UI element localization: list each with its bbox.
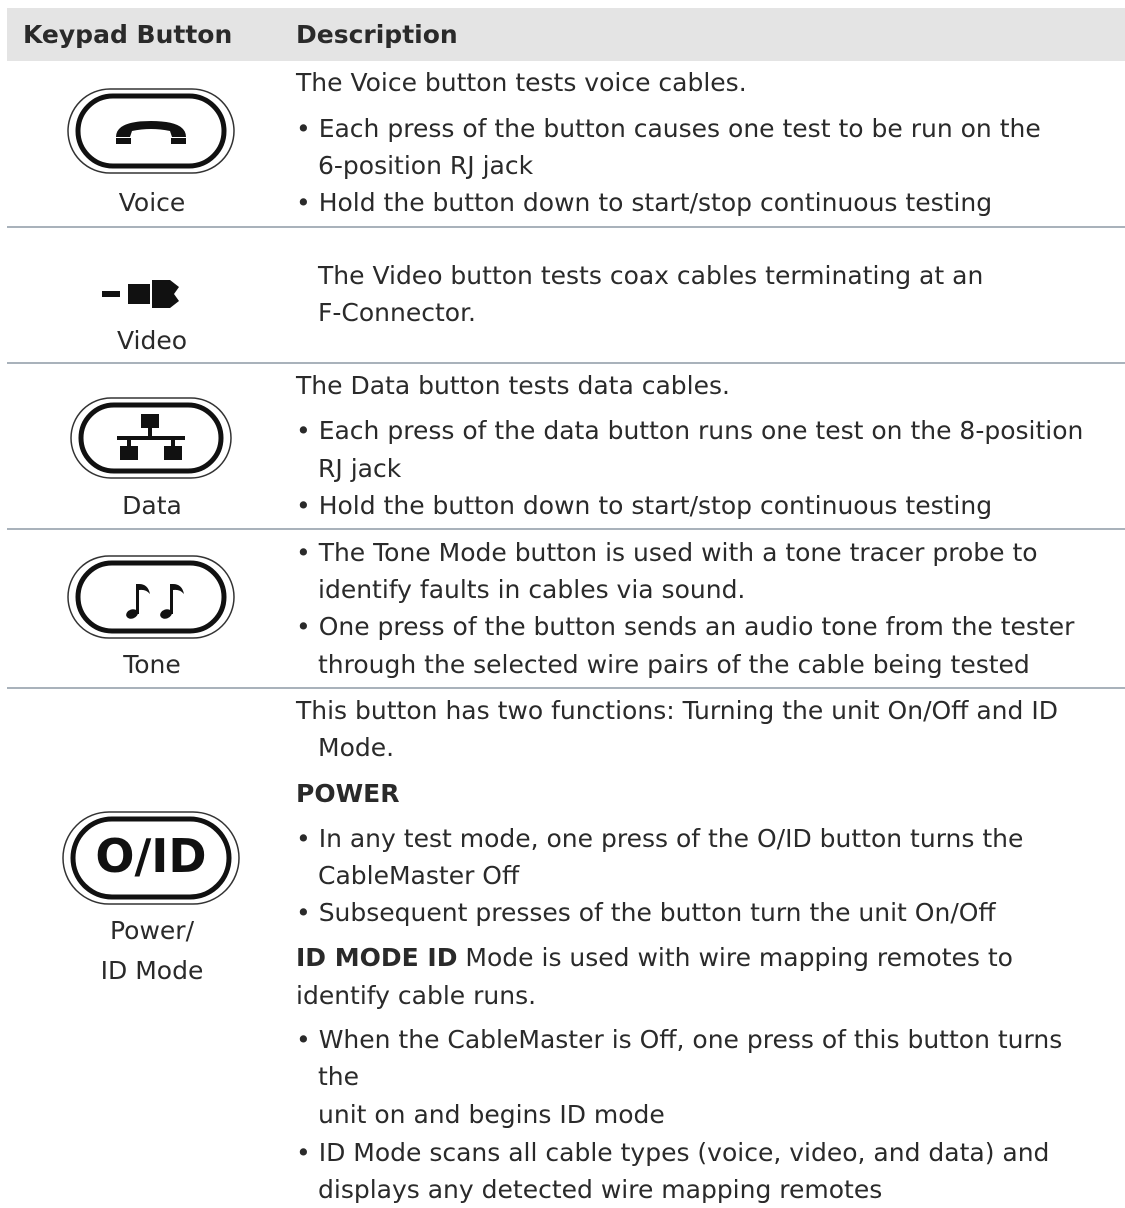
keypad-table: Keypad Button Description Voice The Voic… (7, 8, 1125, 1204)
data-line-1: The Data button tests data cables. (296, 371, 730, 400)
data-line-2: • Each press of the data button runs one… (296, 416, 1084, 445)
tone-button-graphic (67, 555, 235, 639)
row-divider (7, 528, 1125, 530)
id-mode-line-6: • ID Mode scans all cable types (voice, … (296, 1138, 1050, 1167)
oid-button-text: O/ID (95, 829, 207, 883)
id-mode-line-rest: Mode is used with wire mapping remotes t… (457, 943, 1013, 972)
id-mode-heading: ID MODE ID (296, 943, 458, 972)
power-line-4: CableMaster Off (318, 861, 520, 890)
power-heading: POWER (296, 779, 400, 808)
id-mode-label: ID Mode (100, 956, 204, 985)
voice-label: Voice (118, 188, 186, 217)
row-divider (7, 362, 1125, 364)
id-mode-line-4: the (318, 1062, 360, 1091)
data-label: Data (122, 491, 182, 520)
tone-line-2: identify faults in cables via sound. (318, 575, 746, 604)
id-mode-line-5: unit on and begins ID mode (318, 1100, 665, 1129)
tone-line-4: through the selected wire pairs of the c… (318, 650, 1030, 679)
tone-line-3: • One press of the button sends an audio… (296, 612, 1075, 641)
voice-button-graphic (67, 88, 235, 174)
voice-line-1: The Voice button tests voice cables. (296, 68, 747, 97)
video-line-1: The Video button tests coax cables termi… (318, 261, 984, 290)
id-mode-line-2: identify cable runs. (296, 981, 537, 1010)
power-line-1: This button has two functions: Turning t… (296, 696, 1058, 725)
header-description: Description (296, 20, 458, 49)
power-line-2: Mode. (318, 733, 395, 762)
video-line-2: F-Connector. (318, 298, 476, 327)
row-divider (7, 226, 1125, 228)
table-header: Keypad Button Description (7, 8, 1125, 61)
tone-label: Tone (123, 650, 181, 679)
header-keypad-button: Keypad Button (23, 20, 233, 49)
voice-line-4: • Hold the button down to start/stop con… (296, 188, 993, 217)
power-label: Power/ (109, 916, 194, 945)
power-line-5: • Subsequent presses of the button turn … (296, 898, 996, 927)
coax-connector-icon (102, 280, 179, 308)
id-mode-line-7: displays any detected wire mapping remot… (318, 1175, 883, 1204)
data-line-3: RJ jack (318, 454, 402, 483)
power-line-3: • In any test mode, one press of the O/I… (296, 824, 1024, 853)
id-mode-line: ID MODE ID Mode is used with wire mappin… (296, 945, 1013, 971)
tone-line-1: • The Tone Mode button is used with a to… (296, 538, 1038, 567)
voice-line-3: 6-position RJ jack (318, 151, 534, 180)
id-mode-line-3: • When the CableMaster is Off, one press… (296, 1025, 1063, 1054)
voice-line-2: • Each press of the button causes one te… (296, 114, 1041, 143)
video-label: Video (116, 326, 188, 355)
row-divider (7, 687, 1125, 689)
data-line-4: • Hold the button down to start/stop con… (296, 491, 993, 520)
data-button-graphic (70, 397, 232, 479)
